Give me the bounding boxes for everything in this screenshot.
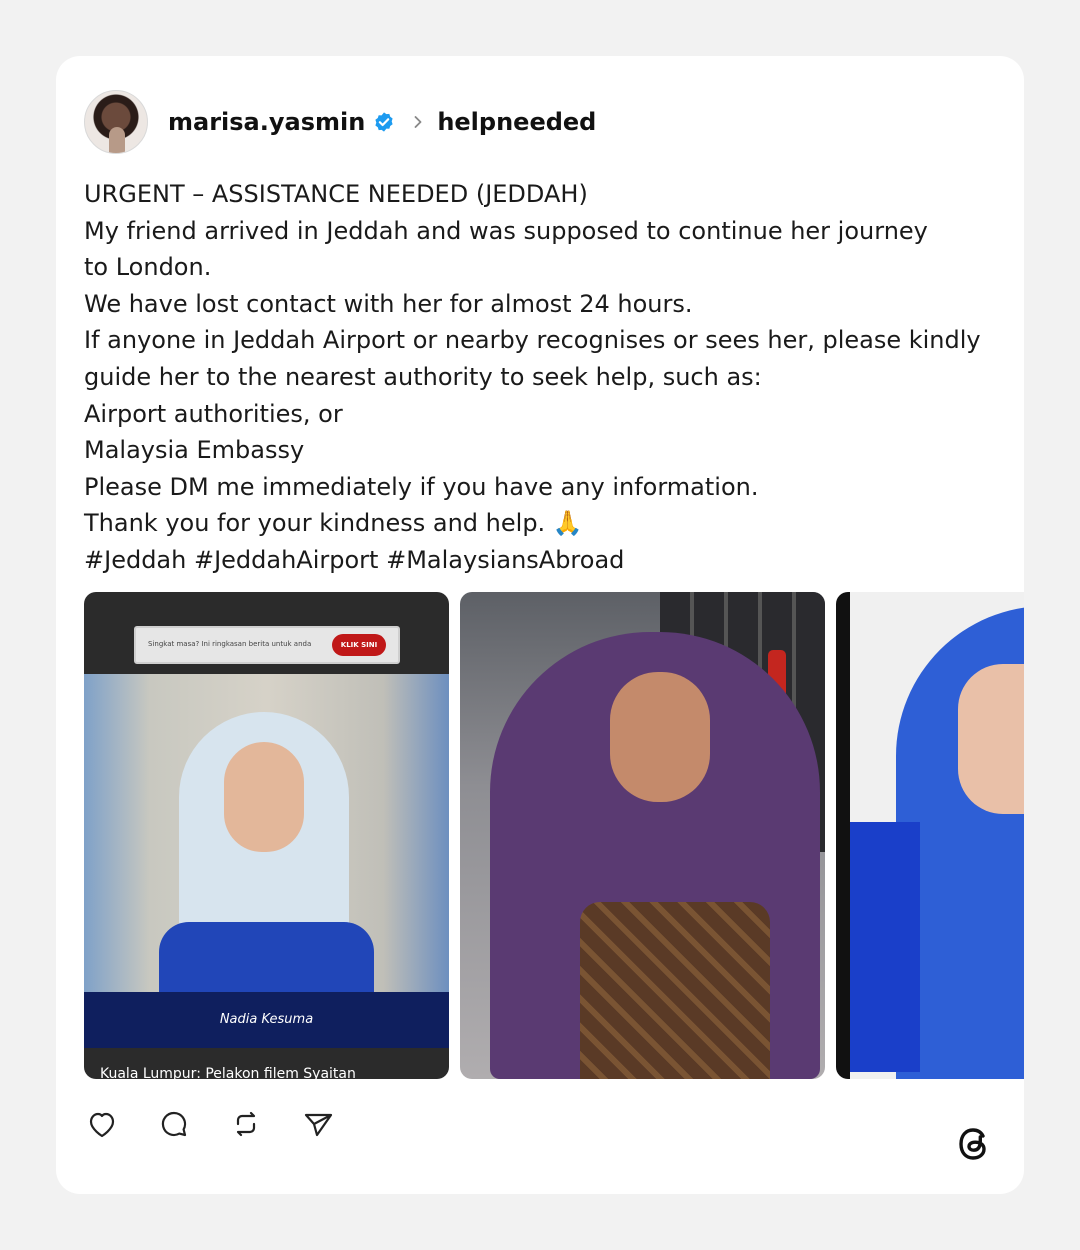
chevron-right-icon [414, 116, 422, 128]
dark-edge [836, 592, 850, 1079]
post-line: URGENT – ASSISTANCE NEEDED (JEDDAH) [84, 180, 588, 208]
hashtags[interactable]: #Jeddah #JeddahAirport #MalaysiansAbroad [84, 542, 984, 579]
action-bar [84, 1104, 336, 1144]
shirt-shape [159, 922, 374, 992]
face-shape [610, 672, 710, 802]
news-banner: Singkat masa? Ini ringkasan berita untuk… [134, 626, 400, 664]
post-line: guide her to the nearest authority to se… [84, 362, 762, 391]
send-icon[interactable] [300, 1106, 336, 1142]
post-line: If anyone in Jeddah Airport or nearby re… [84, 326, 981, 355]
username[interactable]: marisa.yasmin [168, 108, 365, 136]
post-line: We have lost contact with her for almost… [84, 289, 693, 318]
topic-tag[interactable]: helpneeded [437, 108, 596, 136]
post-line: Thank you for your kindness and help. 🙏 [84, 509, 583, 538]
post-body: URGENT – ASSISTANCE NEEDED (JEDDAH) My f… [84, 176, 984, 579]
post-image-2[interactable] [460, 592, 825, 1079]
post-line: My friend arrived in Jeddah and was supp… [84, 216, 928, 245]
post-line: Malaysia Embassy [84, 436, 305, 465]
post-image-3[interactable] [836, 592, 1024, 1079]
post-line: Airport authorities, or [84, 399, 343, 428]
comment-icon[interactable] [156, 1106, 192, 1142]
banner-button: KLIK SINI [332, 634, 386, 656]
avatar[interactable] [84, 90, 148, 154]
post-line: to London. [84, 253, 212, 282]
heart-icon[interactable] [84, 1106, 120, 1142]
banner-text: Singkat masa? Ini ringkasan berita untuk… [148, 640, 312, 648]
face-shape [224, 742, 304, 852]
image-carousel[interactable]: Singkat masa? Ini ringkasan berita untuk… [84, 592, 1024, 1079]
blue-sleeve-shape [850, 822, 920, 1072]
post-card: marisa.yasmin helpneeded URGENT – ASSIST… [56, 56, 1024, 1194]
threads-logo-icon [959, 1128, 986, 1160]
face-shape [958, 664, 1024, 814]
image-caption: Kuala Lumpur: Pelakon filem Syaitan [100, 1066, 356, 1079]
name-label: Nadia Kesuma [84, 992, 449, 1048]
post-image-1[interactable]: Singkat masa? Ini ringkasan berita untuk… [84, 592, 449, 1079]
handbag-shape [580, 902, 770, 1079]
verified-badge-icon [375, 112, 393, 132]
post-header: marisa.yasmin helpneeded [84, 90, 596, 154]
post-line: Please DM me immediately if you have any… [84, 472, 759, 501]
repost-icon[interactable] [228, 1106, 264, 1142]
